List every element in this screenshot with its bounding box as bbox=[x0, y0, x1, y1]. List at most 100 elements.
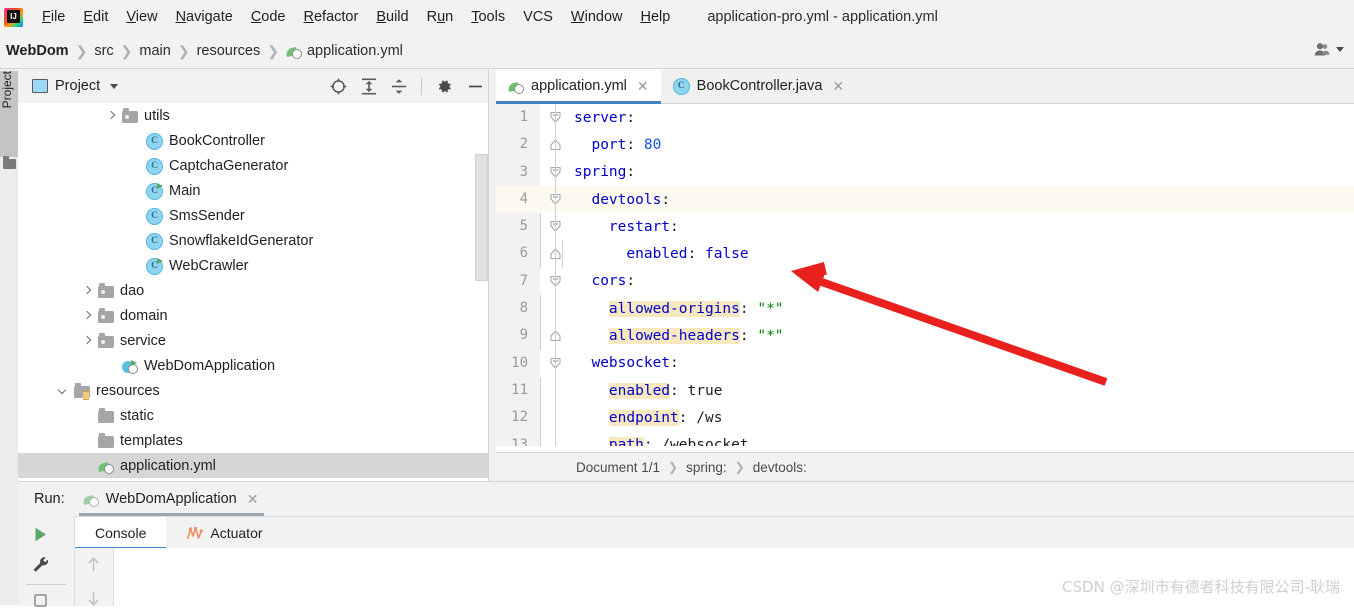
rerun-play-icon[interactable] bbox=[32, 526, 49, 543]
indent-guide bbox=[540, 322, 541, 350]
code-line[interactable]: 7 cors: bbox=[496, 267, 1354, 296]
collapse-all-icon[interactable] bbox=[391, 78, 407, 95]
breadcrumb-separator: ❯ bbox=[668, 460, 679, 474]
fold-gutter[interactable] bbox=[540, 158, 570, 186]
code-line[interactable]: 9 allowed-headers: "*" bbox=[496, 322, 1354, 350]
fold-gutter[interactable] bbox=[540, 240, 570, 268]
menu-item-window[interactable]: Window bbox=[562, 0, 632, 34]
close-icon[interactable]: ✕ bbox=[637, 78, 649, 95]
project-panel-title[interactable]: Project bbox=[32, 78, 119, 94]
menu-item-tools[interactable]: Tools bbox=[462, 0, 514, 34]
breadcrumb-resources[interactable]: resources bbox=[197, 43, 261, 59]
fold-gutter[interactable] bbox=[540, 404, 570, 432]
code-line[interactable]: 6 enabled: false bbox=[496, 240, 1354, 268]
expand-all-icon[interactable] bbox=[361, 77, 377, 95]
project-tree-scrollbar[interactable] bbox=[475, 154, 488, 281]
stop-icon[interactable] bbox=[32, 592, 49, 609]
scroll-up-icon[interactable] bbox=[86, 556, 101, 573]
tree-item-main[interactable]: C Main bbox=[18, 178, 496, 203]
tree-item-dao[interactable]: dao bbox=[18, 278, 496, 303]
editor-tab-bookcontroller-java[interactable]: C BookController.java ✕ bbox=[661, 69, 856, 103]
yml-spring-icon bbox=[285, 45, 302, 59]
run-configuration-tab[interactable]: WebDomApplication ✕ bbox=[78, 482, 265, 516]
tree-item-snowflakeidgenerator[interactable]: C SnowflakeIdGenerator bbox=[18, 228, 496, 253]
tree-item-application-yml[interactable]: application.yml bbox=[18, 453, 496, 478]
fold-gutter[interactable] bbox=[540, 376, 570, 405]
minimize-icon[interactable] bbox=[467, 78, 484, 95]
code-line[interactable]: 13 path: /websocket bbox=[496, 431, 1354, 446]
menu-item-refactor[interactable]: Refactor bbox=[295, 0, 368, 34]
chevron-right-icon[interactable] bbox=[82, 335, 93, 346]
chevron-down-icon[interactable] bbox=[58, 385, 69, 396]
menu-item-view[interactable]: View bbox=[117, 0, 166, 34]
breadcrumb-separator: ❯ bbox=[267, 42, 279, 59]
menu-item-build[interactable]: Build bbox=[367, 0, 417, 34]
fold-gutter[interactable] bbox=[540, 295, 570, 323]
breadcrumb-src[interactable]: src bbox=[94, 43, 113, 59]
code-line[interactable]: 1 server: bbox=[496, 104, 1354, 132]
code-editor[interactable]: 1 server: 2 port: 80 3 spring: 4 devtools: 5 r… bbox=[496, 104, 1354, 446]
fold-gutter[interactable] bbox=[540, 131, 570, 159]
project-tree[interactable]: utils C BookController C CaptchaGenerator C Ma… bbox=[18, 103, 496, 481]
chevron-right-icon[interactable] bbox=[82, 285, 93, 296]
wrench-settings-icon[interactable] bbox=[32, 556, 50, 574]
window-title: application-pro.yml - application.yml bbox=[707, 9, 938, 25]
code-line[interactable]: 3 spring: bbox=[496, 158, 1354, 186]
close-icon[interactable]: ✕ bbox=[832, 78, 844, 95]
tree-item-captchagenerator[interactable]: C CaptchaGenerator bbox=[18, 153, 496, 178]
tool-window-tab-project[interactable]: Project bbox=[0, 71, 18, 157]
code-line[interactable]: 10 websocket: bbox=[496, 349, 1354, 377]
breadcrumb-devtools[interactable]: devtools: bbox=[753, 460, 807, 475]
menu-item-run[interactable]: Run bbox=[418, 0, 463, 34]
tree-item-smssender[interactable]: C SmsSender bbox=[18, 203, 496, 228]
fold-gutter[interactable] bbox=[540, 104, 570, 132]
tree-item-utils[interactable]: utils bbox=[18, 103, 496, 128]
breadcrumb-root[interactable]: WebDom bbox=[6, 43, 69, 59]
tree-item-webcrawler[interactable]: C WebCrawler bbox=[18, 253, 496, 278]
locate-icon[interactable] bbox=[330, 78, 347, 95]
breadcrumb-file-label: application.yml bbox=[306, 43, 403, 59]
breadcrumb-document[interactable]: Document 1/1 bbox=[576, 460, 660, 475]
tree-item-service[interactable]: service bbox=[18, 328, 496, 353]
fold-gutter[interactable] bbox=[540, 185, 570, 214]
code-line[interactable]: 12 endpoint: /ws bbox=[496, 404, 1354, 432]
code-line[interactable]: 4 devtools: bbox=[496, 185, 1354, 214]
menu-item-vcs[interactable]: VCS bbox=[514, 0, 562, 34]
breadcrumb-file[interactable]: application.yml bbox=[285, 43, 403, 59]
gear-icon[interactable] bbox=[436, 78, 453, 95]
scroll-down-icon[interactable] bbox=[86, 590, 101, 607]
tree-item-templates[interactable]: templates bbox=[18, 428, 496, 453]
tab-console[interactable]: Console bbox=[75, 517, 167, 549]
menu-item-navigate[interactable]: Navigate bbox=[167, 0, 242, 34]
tree-item-bookcontroller[interactable]: C BookController bbox=[18, 128, 496, 153]
code-line[interactable]: 8 allowed-origins: "*" bbox=[496, 295, 1354, 323]
fold-gutter[interactable] bbox=[540, 213, 570, 241]
code-line[interactable]: 11 enabled: true bbox=[496, 376, 1354, 405]
tab-actuator[interactable]: Actuator bbox=[166, 517, 282, 549]
fold-gutter[interactable] bbox=[540, 431, 570, 446]
code-line[interactable]: 5 restart: bbox=[496, 213, 1354, 241]
editor-tab-application-yml[interactable]: application.yml ✕ bbox=[496, 69, 661, 104]
tree-item-resources[interactable]: resources bbox=[18, 378, 496, 403]
tree-item-domain[interactable]: domain bbox=[18, 303, 496, 328]
fold-gutter[interactable] bbox=[540, 349, 570, 377]
fold-gutter[interactable] bbox=[540, 322, 570, 350]
close-icon[interactable]: ✕ bbox=[247, 491, 259, 508]
project-panel-title-label: Project bbox=[55, 78, 101, 94]
menu-item-help[interactable]: Help bbox=[631, 0, 679, 34]
menu-item-file[interactable]: File bbox=[33, 0, 74, 34]
fold-gutter[interactable] bbox=[540, 267, 570, 296]
breadcrumb-spring[interactable]: spring: bbox=[686, 460, 727, 475]
breadcrumb-main[interactable]: main bbox=[139, 43, 170, 59]
chevron-right-icon[interactable] bbox=[82, 310, 93, 321]
menu-item-edit[interactable]: Edit bbox=[74, 0, 117, 34]
editor-breadcrumb-bar: Document 1/1 ❯ spring: ❯ devtools: bbox=[496, 452, 1354, 481]
menu-item-code[interactable]: Code bbox=[242, 0, 295, 34]
chevron-right-icon[interactable] bbox=[106, 110, 117, 121]
tree-item-static[interactable]: static bbox=[18, 403, 496, 428]
tree-item-webdomapplication[interactable]: WebDomApplication bbox=[18, 353, 496, 378]
code-line[interactable]: 2 port: 80 bbox=[496, 131, 1354, 159]
account-menu[interactable] bbox=[1314, 42, 1344, 57]
